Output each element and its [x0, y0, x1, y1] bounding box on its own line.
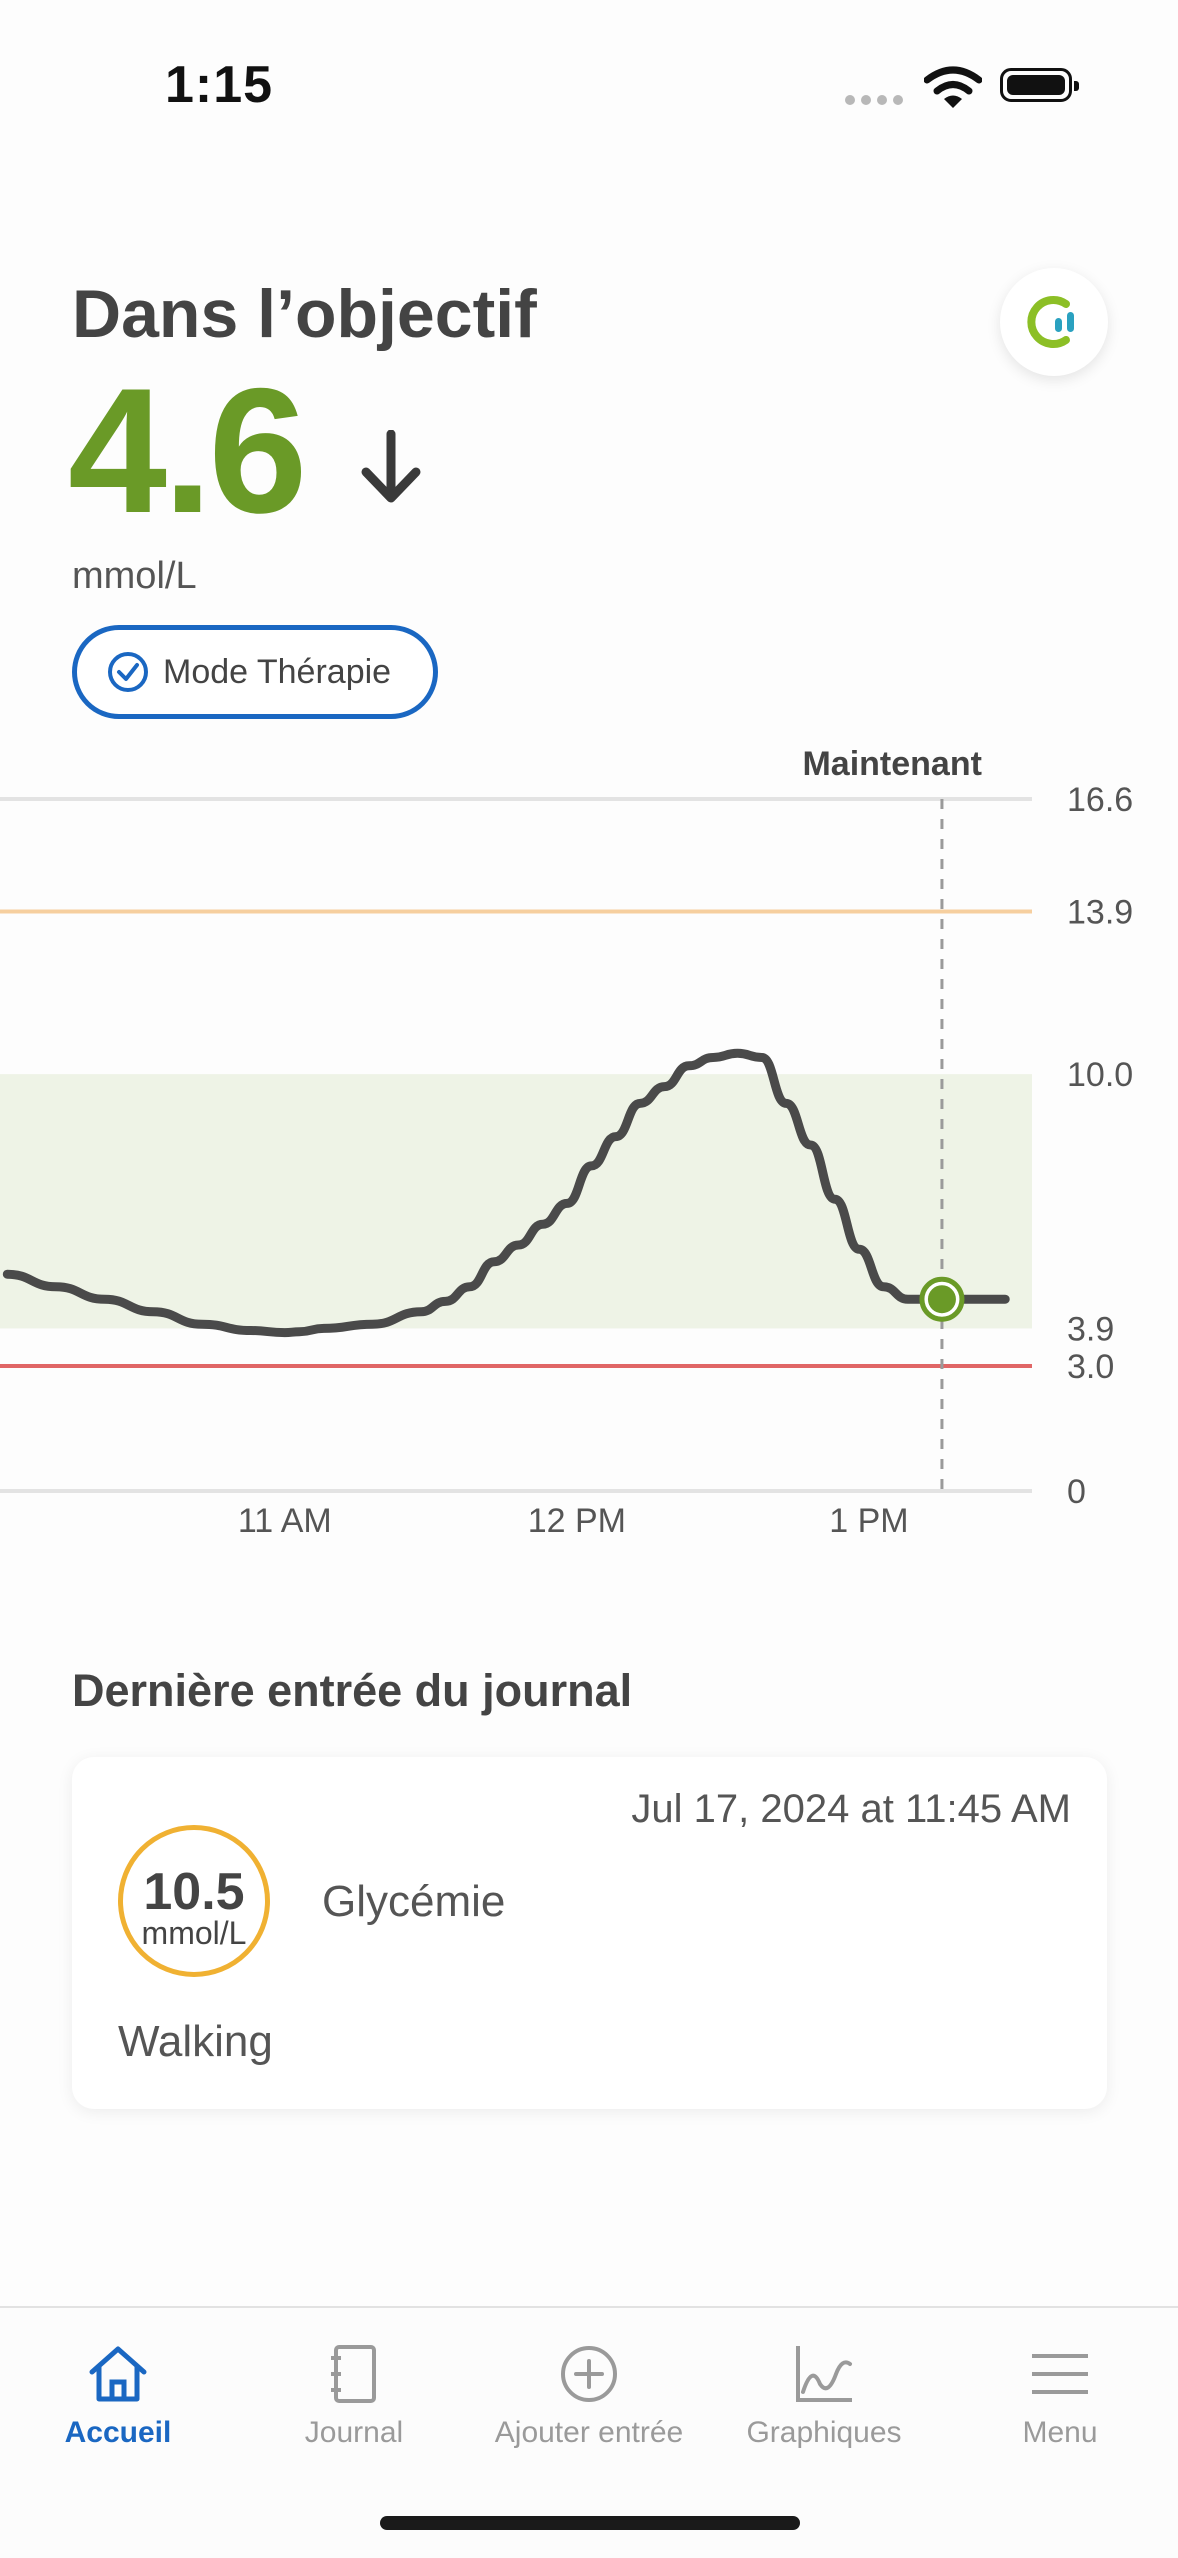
entry-date: Jul 17, 2024 at 11:45 AM [631, 1787, 1071, 1831]
glucose-unit: mmol/L [72, 555, 197, 597]
tab-journal[interactable]: Journal [236, 2344, 472, 2450]
tab-menu[interactable]: Menu [942, 2344, 1178, 2450]
therapy-mode-label: Mode Thérapie [163, 652, 392, 691]
notebook-icon [331, 2345, 376, 2403]
sensor-icon [1027, 296, 1074, 348]
entry-note: Walking [118, 2017, 273, 2066]
tab-label-journal: Journal [304, 2416, 404, 2449]
journal-section-heading: Dernière entrée du journal [72, 1665, 633, 1716]
entry-type: Glycémie [322, 1877, 506, 1926]
tab-label-ajouter-entree: Ajouter entrée [494, 2416, 684, 2449]
tab-label-graphiques: Graphiques [746, 2416, 902, 2449]
entry-value: 10.5 [143, 1863, 245, 1921]
glucose-status-title: Dans l’objectif [72, 276, 537, 352]
hamburger-menu-icon [1032, 2354, 1088, 2394]
home-icon [89, 2346, 147, 2402]
check-circle-icon [108, 652, 148, 692]
tab-label-menu: Menu [1022, 2416, 1098, 2449]
y-tick-label: 16.6 [1067, 781, 1133, 819]
y-tick-label: 0 [1067, 1473, 1086, 1511]
y-tick-label: 3.0 [1067, 1348, 1114, 1386]
x-tick-label: 1 PM [829, 1502, 908, 1540]
current-glucose-value: 4.6 [68, 351, 307, 550]
entry-value-badge: 10.5 mmol/L [118, 1825, 270, 1977]
y-tick-label: 3.9 [1067, 1310, 1114, 1348]
add-circle-icon [561, 2346, 617, 2402]
wifi-icon [923, 66, 983, 115]
entry-unit: mmol/L [141, 1915, 247, 1952]
target-range-band [0, 1074, 1032, 1329]
sensor-status-button[interactable] [1000, 268, 1108, 376]
home-indicator [380, 2516, 800, 2530]
current-point [927, 1285, 956, 1314]
y-tick-label: 13.9 [1067, 894, 1133, 932]
now-label: Maintenant [802, 745, 981, 783]
glucose-chart: Maintenant 16.6 13.9 10.0 3.93.0 0 11 AM 12 P… [0, 745, 1133, 1540]
tab-label-accueil: Accueil [64, 2416, 172, 2449]
x-tick-label: 12 PM [528, 1502, 626, 1540]
down-arrow-icon [360, 429, 422, 513]
battery-icon [1000, 68, 1079, 102]
line-chart-icon [796, 2346, 852, 2402]
tab-accueil[interactable]: Accueil [0, 2344, 236, 2450]
cellular-signal-icon [845, 92, 909, 110]
tab-graphiques[interactable]: Graphiques [706, 2344, 942, 2450]
y-tick-label: 10.0 [1067, 1056, 1133, 1094]
latest-journal-entry-card[interactable]: Jul 17, 2024 at 11:45 AM 10.5 mmol/L Gly… [72, 1757, 1107, 2109]
therapy-mode-button[interactable]: Mode Thérapie [72, 625, 438, 719]
tab-ajouter-entree[interactable]: Ajouter entrée [471, 2344, 707, 2450]
status-time: 1:15 [165, 56, 274, 114]
x-tick-label: 11 AM [238, 1502, 332, 1540]
